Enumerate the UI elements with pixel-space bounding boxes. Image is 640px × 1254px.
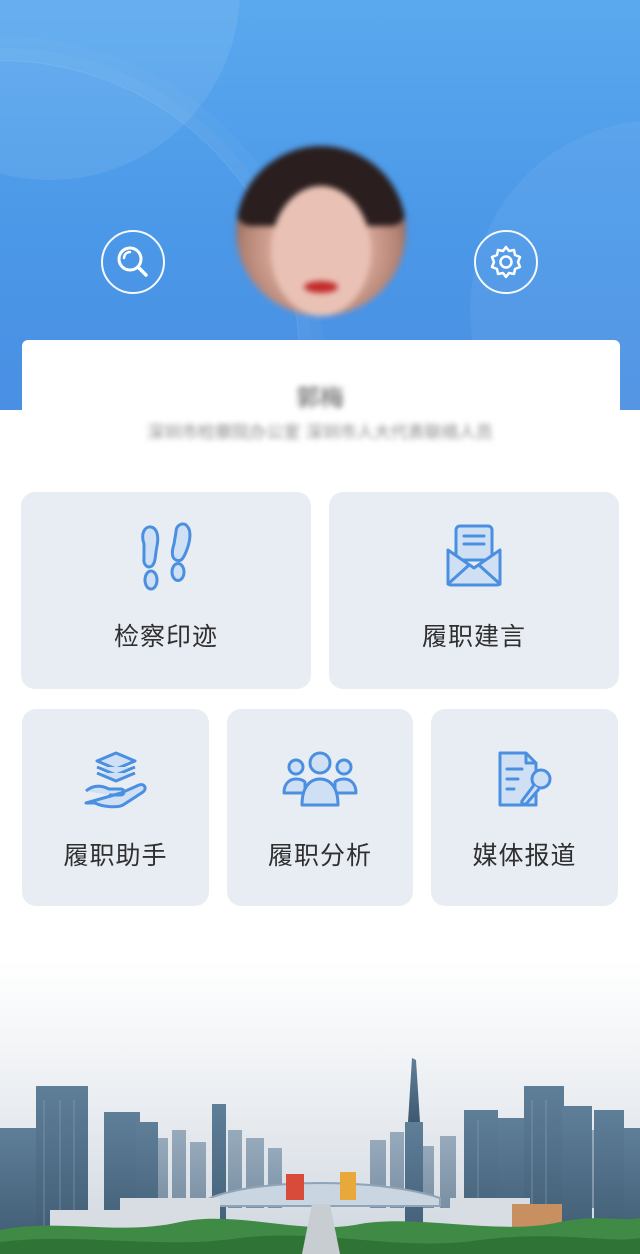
tile-duty-assistant[interactable]: 履职助手 xyxy=(22,709,209,906)
tile-label: 履职分析 xyxy=(267,841,372,870)
tile-duty-suggestions[interactable]: 履职建言 xyxy=(329,492,619,689)
people-group-icon xyxy=(282,751,358,807)
tile-procuratorial-footprints[interactable]: 检察印迹 xyxy=(21,492,311,689)
document-microphone-icon xyxy=(498,751,551,807)
search-icon xyxy=(117,246,148,277)
hand-stack-icon xyxy=(84,751,147,809)
tile-duty-analysis[interactable]: 履职分析 xyxy=(227,709,413,906)
tile-label: 检察印迹 xyxy=(113,622,218,651)
settings-button[interactable] xyxy=(474,230,538,294)
search-button[interactable] xyxy=(101,230,165,294)
skyline-illustration xyxy=(0,1058,640,1254)
tile-label: 履职助手 xyxy=(63,841,168,870)
tile-label: 媒体报道 xyxy=(472,841,577,870)
tile-media-reports[interactable]: 媒体报道 xyxy=(431,709,618,906)
gear-icon xyxy=(490,245,522,279)
city-skyline-image xyxy=(0,960,640,1254)
avatar[interactable] xyxy=(236,146,406,316)
mail-letter-icon xyxy=(446,524,502,587)
footprints-icon xyxy=(141,522,192,591)
profile-name: 郭梅 xyxy=(296,384,344,412)
profile-organization: 深圳市检察院办公室 深圳市人大代表联络人员 xyxy=(147,423,493,443)
tile-label: 履职建言 xyxy=(421,622,526,651)
